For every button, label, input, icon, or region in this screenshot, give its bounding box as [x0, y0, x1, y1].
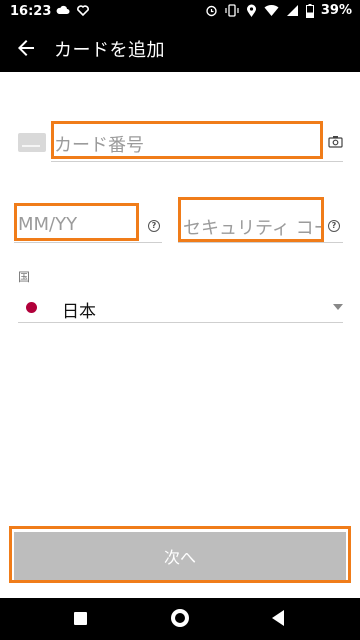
back-arrow-icon[interactable] [14, 36, 38, 60]
card-number-input[interactable]: カード番号 [54, 131, 144, 157]
wifi-icon [264, 4, 279, 16]
expiry-input[interactable]: MM/YY [18, 214, 77, 235]
alarm-icon [206, 5, 217, 17]
security-code-underline [178, 242, 343, 243]
expiry-help-icon[interactable]: ? [148, 220, 160, 232]
japan-flag-icon [26, 302, 37, 313]
page-title: カードを追加 [54, 40, 165, 61]
country-underline [18, 322, 343, 323]
credit-card-icon [18, 133, 46, 152]
status-bar: 16:23 39% [0, 0, 360, 24]
cloud-icon [56, 5, 70, 14]
next-button[interactable]: 次へ [14, 532, 346, 580]
security-code-input[interactable]: セキュリティ コード [183, 214, 321, 240]
heart-pulse-icon [77, 5, 89, 17]
recents-icon[interactable] [74, 612, 87, 625]
signal-icon [286, 5, 298, 16]
camera-icon[interactable] [328, 135, 343, 148]
vibrate-icon [225, 4, 239, 17]
nav-back-icon[interactable] [272, 610, 284, 626]
battery-percent: 39% [320, 3, 352, 18]
country-select[interactable]: 日本 [62, 297, 96, 322]
dropdown-arrow-icon[interactable] [333, 304, 343, 310]
expiry-underline [14, 242, 162, 243]
security-code-help-icon[interactable]: ? [328, 220, 340, 232]
battery-icon [305, 3, 314, 18]
card-number-underline [51, 161, 343, 162]
country-label: 国 [18, 270, 31, 284]
app-bar: カードを追加 [0, 24, 360, 72]
home-icon[interactable] [171, 609, 189, 627]
status-time: 16:23 [10, 4, 52, 19]
location-icon [246, 4, 256, 17]
system-nav-bar [0, 598, 360, 640]
